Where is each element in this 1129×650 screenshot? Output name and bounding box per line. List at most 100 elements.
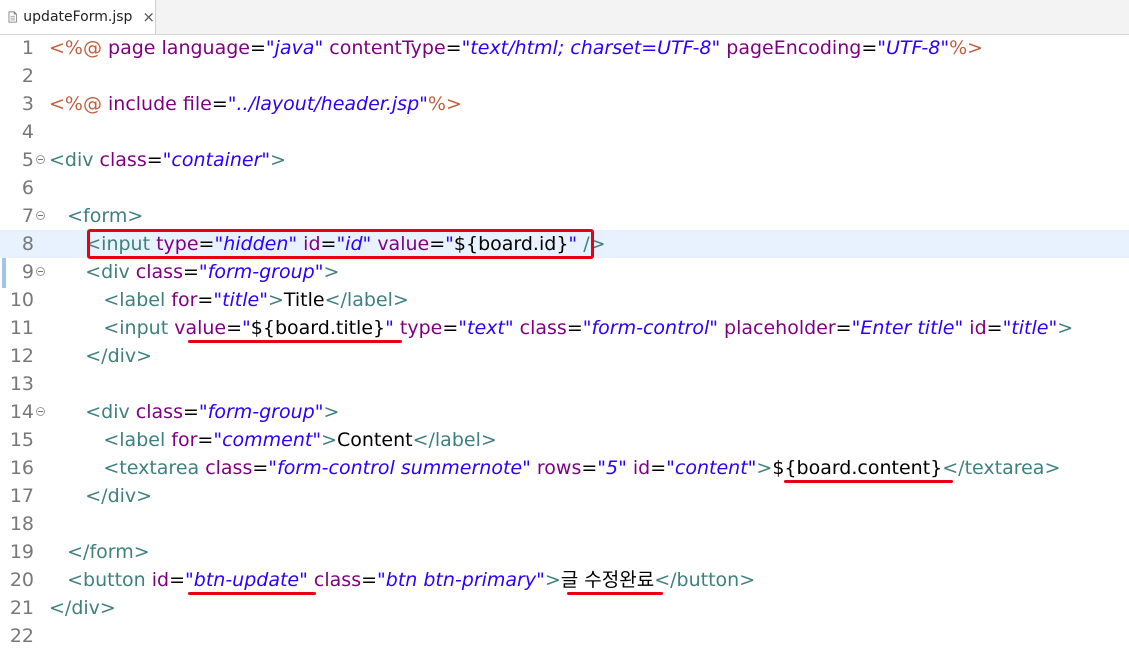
code-token: =: [182, 261, 199, 283]
code-token: ": [385, 317, 394, 339]
tab-updateform-jsp[interactable]: updateForm.jsp ×: [0, 0, 156, 34]
code-token: >: [544, 569, 561, 591]
fold-collapse-icon[interactable]: [36, 211, 45, 220]
code-line[interactable]: 2: [0, 62, 1129, 90]
line-number: 15: [9, 429, 34, 451]
code-text: </div>: [49, 482, 152, 510]
code-line[interactable]: 18: [0, 510, 1129, 538]
code-token: page: [108, 37, 162, 59]
code-token: =: [182, 401, 199, 423]
code-token: ${board.content}: [772, 457, 943, 479]
code-line[interactable]: 10 <label for="title">Title</label>: [0, 286, 1129, 314]
code-token: </form>: [67, 541, 150, 563]
code-token: =: [226, 317, 243, 339]
code-token: <textarea: [103, 457, 206, 479]
code-token: <input: [103, 317, 175, 339]
code-token: include: [108, 93, 183, 115]
line-number: 2: [21, 65, 34, 87]
code-line[interactable]: 9 <div class="form-group">: [0, 258, 1129, 286]
line-number: 19: [9, 541, 34, 563]
line-number: 1: [21, 37, 34, 59]
line-number: 13: [9, 373, 34, 395]
code-text: <textarea class="form-control summernote…: [49, 454, 1060, 482]
code-token: "java": [265, 37, 324, 59]
code-line[interactable]: 6: [0, 174, 1129, 202]
code-line[interactable]: 21 </div>: [0, 594, 1129, 622]
line-number: 14: [9, 401, 34, 423]
code-token: <%@: [49, 93, 109, 115]
code-token: </div>: [49, 597, 116, 619]
code-token: id: [969, 317, 987, 339]
underline-board-content: [784, 480, 953, 483]
code-token: id: [151, 569, 170, 591]
code-line[interactable]: 4: [0, 118, 1129, 146]
code-line[interactable]: 16 <textarea class="form-control summern…: [0, 454, 1129, 482]
fold-collapse-icon[interactable]: [36, 155, 45, 164]
fold-collapse-icon[interactable]: [36, 407, 45, 416]
line-number: 20: [9, 569, 34, 591]
line-number: 8: [21, 233, 34, 255]
code-line[interactable]: 20 <button id="btn-update" class="btn bt…: [0, 566, 1129, 594]
code-line[interactable]: 13: [0, 370, 1129, 398]
line-number: 16: [9, 457, 34, 479]
code-token: =: [197, 429, 214, 451]
code-line[interactable]: 7 <form>: [0, 202, 1129, 230]
code-line[interactable]: 15 <label for="comment">Content</label>: [0, 426, 1129, 454]
line-number: 5: [21, 149, 34, 171]
code-token: >: [321, 429, 337, 451]
code-token: "btn btn-primary": [377, 569, 545, 591]
code-token: "text/html; charset=UTF-8": [461, 37, 721, 59]
code-line[interactable]: 22: [0, 622, 1129, 650]
code-token: pageEncoding: [726, 37, 862, 59]
code-line[interactable]: 19 </form>: [0, 538, 1129, 566]
code-line[interactable]: 11 <input value="${board.title}" type="t…: [0, 314, 1129, 342]
code-token: %>: [427, 93, 462, 115]
code-token: =: [249, 37, 266, 59]
code-token: =: [211, 93, 228, 115]
code-text: <%@ include file="../layout/header.jsp"%…: [49, 90, 462, 118]
code-line[interactable]: 12 </div>: [0, 342, 1129, 370]
fold-collapse-icon[interactable]: [36, 267, 45, 276]
code-token: class: [135, 261, 183, 283]
code-text: <button id="btn-update" class="btn btn-p…: [49, 566, 755, 594]
code-token: <label: [103, 429, 172, 451]
code-line[interactable]: 3 <%@ include file="../layout/header.jsp"…: [0, 90, 1129, 118]
code-text: <label for="comment">Content</label>: [49, 426, 497, 454]
code-token: =: [835, 317, 852, 339]
code-token: </button>: [654, 569, 756, 591]
code-line[interactable]: 14 <div class="form-group">: [0, 398, 1129, 426]
code-token: </div>: [85, 485, 153, 507]
code-token: </textarea>: [942, 457, 1061, 479]
underline-button-text: [567, 592, 663, 595]
line-number: 22: [9, 625, 34, 647]
code-token: <div: [85, 261, 136, 283]
code-line[interactable]: 1 <%@ page language="java" contentType="t…: [0, 34, 1129, 62]
code-token: <label: [103, 289, 172, 311]
code-token: <button: [67, 569, 152, 591]
close-icon[interactable]: ×: [142, 8, 155, 26]
code-token: %>: [949, 37, 984, 59]
code-token: =: [581, 457, 598, 479]
code-token: "title": [213, 289, 268, 311]
code-token: >: [270, 149, 287, 171]
code-token: </label>: [412, 429, 497, 451]
code-token: "comment": [213, 429, 322, 451]
code-token: class: [519, 317, 567, 339]
code-line[interactable]: 5 <div class="container">: [0, 146, 1129, 174]
code-text: </form>: [49, 538, 150, 566]
code-token: placeholder: [724, 317, 836, 339]
code-token: class: [135, 401, 183, 423]
code-token: =: [197, 289, 214, 311]
code-editor[interactable]: 1 <%@ page language="java" contentType="t…: [0, 34, 1129, 647]
code-token: file: [182, 93, 212, 115]
code-token: Title: [283, 289, 325, 311]
code-text: <div class="form-group">: [49, 398, 339, 426]
code-line[interactable]: 17 </div>: [0, 482, 1129, 510]
code-token: id: [632, 457, 651, 479]
